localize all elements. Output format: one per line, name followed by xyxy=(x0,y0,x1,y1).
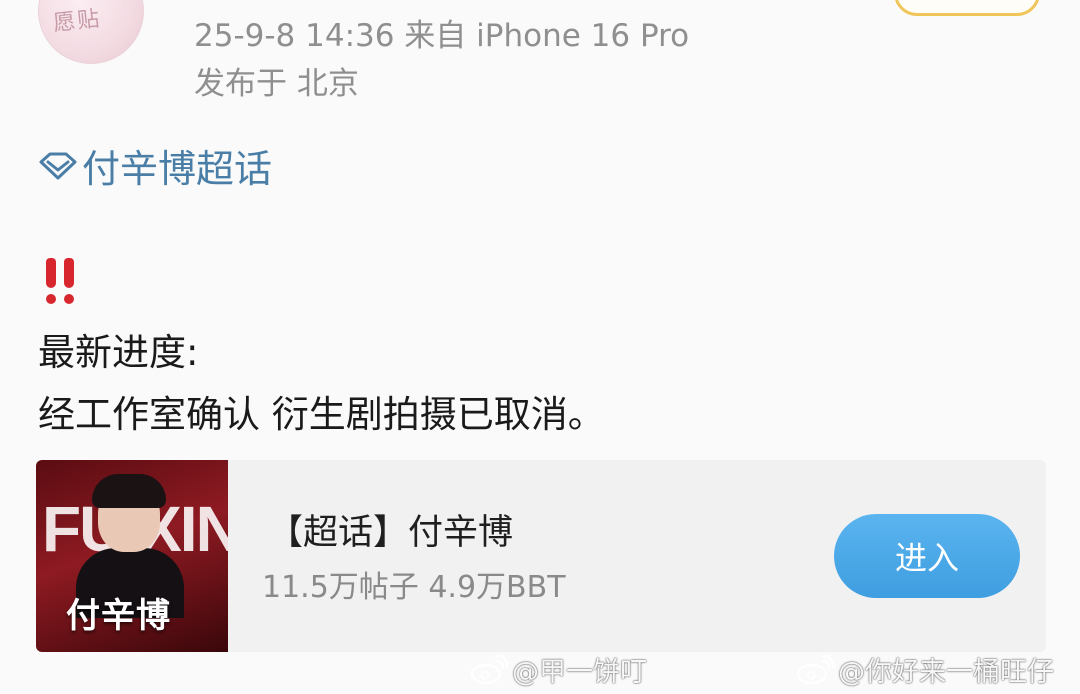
supertopic-label: 付辛博超话 xyxy=(82,147,273,191)
post-text-line-1: 最新进度: xyxy=(38,331,199,374)
avatar-text: 愿贴 xyxy=(52,6,103,37)
double-exclamation-icon xyxy=(44,258,76,306)
card-stats: 11.5万帖子 4.9万BBT xyxy=(262,570,566,605)
follow-button[interactable] xyxy=(894,0,1040,16)
watermark-1: @甲一饼叮 xyxy=(470,650,647,689)
post-text-line-2: 经工作室确认 衍生剧拍摄已取消。 xyxy=(38,393,605,436)
avatar[interactable]: 愿贴 xyxy=(38,0,144,64)
diamond-icon xyxy=(39,152,77,179)
watermark-2-text: @你好来一桶旺仔 xyxy=(838,657,1054,688)
weibo-post: 愿贴 25-9-8 14:36 来自 iPhone 16 Pro 发布于 北京 … xyxy=(0,0,1080,694)
watermark-1-text: @甲一饼叮 xyxy=(512,657,647,688)
enter-button[interactable]: 进入 xyxy=(834,514,1020,598)
card-title: 【超话】付辛博 xyxy=(268,513,514,553)
post-location: 发布于 北京 xyxy=(194,66,359,102)
post-time-source: 25-9-8 14:36 来自 iPhone 16 Pro xyxy=(194,18,690,54)
thumbnail-name: 付辛博 xyxy=(66,596,171,636)
supertopic-thumbnail: FU XINBO 付辛博 xyxy=(36,460,228,652)
weibo-icon xyxy=(796,654,834,684)
watermark-2: @你好来一桶旺仔 xyxy=(796,650,1054,689)
weibo-icon xyxy=(470,654,508,684)
supertopic-link[interactable]: 付辛博超话 xyxy=(38,138,272,193)
supertopic-card[interactable]: FU XINBO 付辛博 【超话】付辛博 11.5万帖子 4.9万BBT 进入 xyxy=(36,460,1046,652)
